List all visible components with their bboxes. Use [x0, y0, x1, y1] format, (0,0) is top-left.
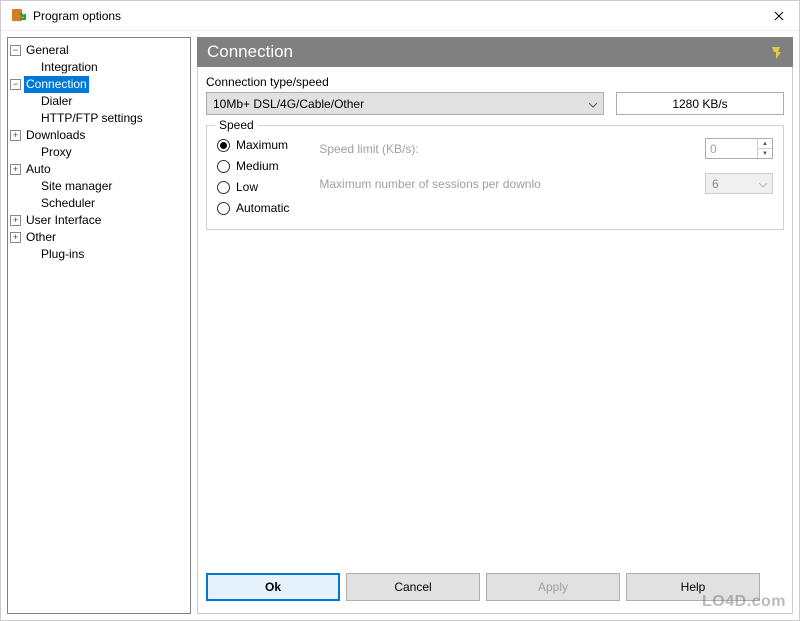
tree-item[interactable]: −Connection: [10, 76, 188, 93]
expand-icon[interactable]: +: [10, 215, 21, 226]
window-title: Program options: [33, 9, 759, 23]
speed-radio[interactable]: Maximum: [217, 138, 289, 152]
sessions-value: 6: [712, 177, 719, 191]
tree-item[interactable]: +Other: [10, 229, 188, 246]
tree-item[interactable]: +User Interface: [10, 212, 188, 229]
ok-button[interactable]: Ok: [206, 573, 340, 601]
collapse-icon[interactable]: −: [10, 79, 21, 90]
titlebar: Program options: [1, 1, 799, 31]
tree-item[interactable]: HTTP/FTP settings: [10, 110, 188, 127]
radio-icon: [217, 181, 230, 194]
collapse-icon[interactable]: −: [10, 45, 21, 56]
tree-item[interactable]: Dialer: [10, 93, 188, 110]
expand-icon[interactable]: +: [10, 130, 21, 141]
radio-label: Low: [236, 180, 258, 194]
tree-item-label[interactable]: Auto: [24, 161, 53, 178]
rate-value: 1280 KB/s: [672, 97, 727, 111]
radio-icon: [217, 202, 230, 215]
tree-item[interactable]: Plug-ins: [10, 246, 188, 263]
tree-item-label[interactable]: Plug-ins: [39, 246, 86, 263]
radio-label: Maximum: [236, 138, 288, 152]
radio-icon: [217, 160, 230, 173]
tree-item-label[interactable]: Other: [24, 229, 58, 246]
tree-item-label[interactable]: Downloads: [24, 127, 87, 144]
main-area: Connection type/speed 10Mb+ DSL/4G/Cable…: [197, 67, 793, 614]
expand-icon[interactable]: +: [10, 164, 21, 175]
tree-item[interactable]: −General: [10, 42, 188, 59]
tree-item-label[interactable]: Proxy: [39, 144, 74, 161]
speed-params: Speed limit (KB/s): 0 ▲ ▼: [319, 134, 773, 215]
chevron-down-icon: [759, 177, 767, 191]
spin-up-icon[interactable]: ▲: [758, 139, 772, 149]
chevron-down-icon: [589, 97, 597, 111]
tree-item[interactable]: Site manager: [10, 178, 188, 195]
tree-item-label[interactable]: Dialer: [39, 93, 74, 110]
tree-item[interactable]: +Downloads: [10, 127, 188, 144]
connection-type-row: Connection type/speed 10Mb+ DSL/4G/Cable…: [206, 75, 784, 115]
tree-item[interactable]: +Auto: [10, 161, 188, 178]
tree-item-label[interactable]: Connection: [24, 76, 89, 93]
pin-icon[interactable]: [769, 45, 783, 59]
speed-limit-value: 0: [706, 139, 757, 158]
options-window: Program options −GeneralIntegration−Conn…: [0, 0, 800, 621]
radio-label: Automatic: [236, 201, 289, 215]
tree-item-label[interactable]: Site manager: [39, 178, 114, 195]
content-panel: Connection Connection type/speed 10Mb+ D…: [197, 37, 793, 614]
speed-radio[interactable]: Automatic: [217, 201, 289, 215]
connection-type-label: Connection type/speed: [206, 75, 604, 89]
speed-limit-input[interactable]: 0 ▲ ▼: [705, 138, 773, 159]
speed-radio[interactable]: Low: [217, 180, 289, 194]
app-icon: [11, 8, 27, 24]
radio-label: Medium: [236, 159, 279, 173]
speed-limit-label: Speed limit (KB/s):: [319, 142, 695, 156]
connection-type-group: Connection type/speed 10Mb+ DSL/4G/Cable…: [206, 75, 604, 115]
tree-item[interactable]: Integration: [10, 59, 188, 76]
rate-display: 1280 KB/s: [616, 92, 784, 115]
dialog-buttons: Ok Cancel Apply Help: [206, 565, 784, 605]
close-icon: [774, 11, 784, 21]
tree-item-label[interactable]: Integration: [39, 59, 100, 76]
apply-button: Apply: [486, 573, 620, 601]
speed-group: Speed MaximumMediumLowAutomatic Speed li…: [206, 125, 784, 230]
sessions-select: 6: [705, 173, 773, 194]
speed-radio-group: Maximum Medium Low Automatic: [217, 134, 289, 215]
connection-type-value: 10Mb+ DSL/4G/Cable/Other: [213, 97, 364, 111]
tree-item[interactable]: Proxy: [10, 144, 188, 161]
tree-item-label[interactable]: User Interface: [24, 212, 103, 229]
tree-item[interactable]: Scheduler: [10, 195, 188, 212]
spin-down-icon[interactable]: ▼: [758, 149, 772, 158]
radio-icon: [217, 139, 230, 152]
tree-item-label[interactable]: Scheduler: [39, 195, 97, 212]
tree-item-label[interactable]: HTTP/FTP settings: [39, 110, 145, 127]
tree-item-label[interactable]: General: [24, 42, 71, 59]
sessions-label: Maximum number of sessions per downlo: [319, 177, 695, 191]
speed-legend: Speed: [215, 118, 258, 132]
expand-icon[interactable]: +: [10, 232, 21, 243]
section-title: Connection: [207, 42, 293, 62]
speed-radio[interactable]: Medium: [217, 159, 289, 173]
nav-tree[interactable]: −GeneralIntegration−ConnectionDialerHTTP…: [7, 37, 191, 614]
help-button[interactable]: Help: [626, 573, 760, 601]
connection-type-select[interactable]: 10Mb+ DSL/4G/Cable/Other: [206, 92, 604, 115]
close-button[interactable]: [759, 1, 799, 31]
cancel-button[interactable]: Cancel: [346, 573, 480, 601]
section-header: Connection: [197, 37, 793, 67]
dialog-body: −GeneralIntegration−ConnectionDialerHTTP…: [1, 31, 799, 620]
spin-arrows[interactable]: ▲ ▼: [757, 139, 772, 158]
